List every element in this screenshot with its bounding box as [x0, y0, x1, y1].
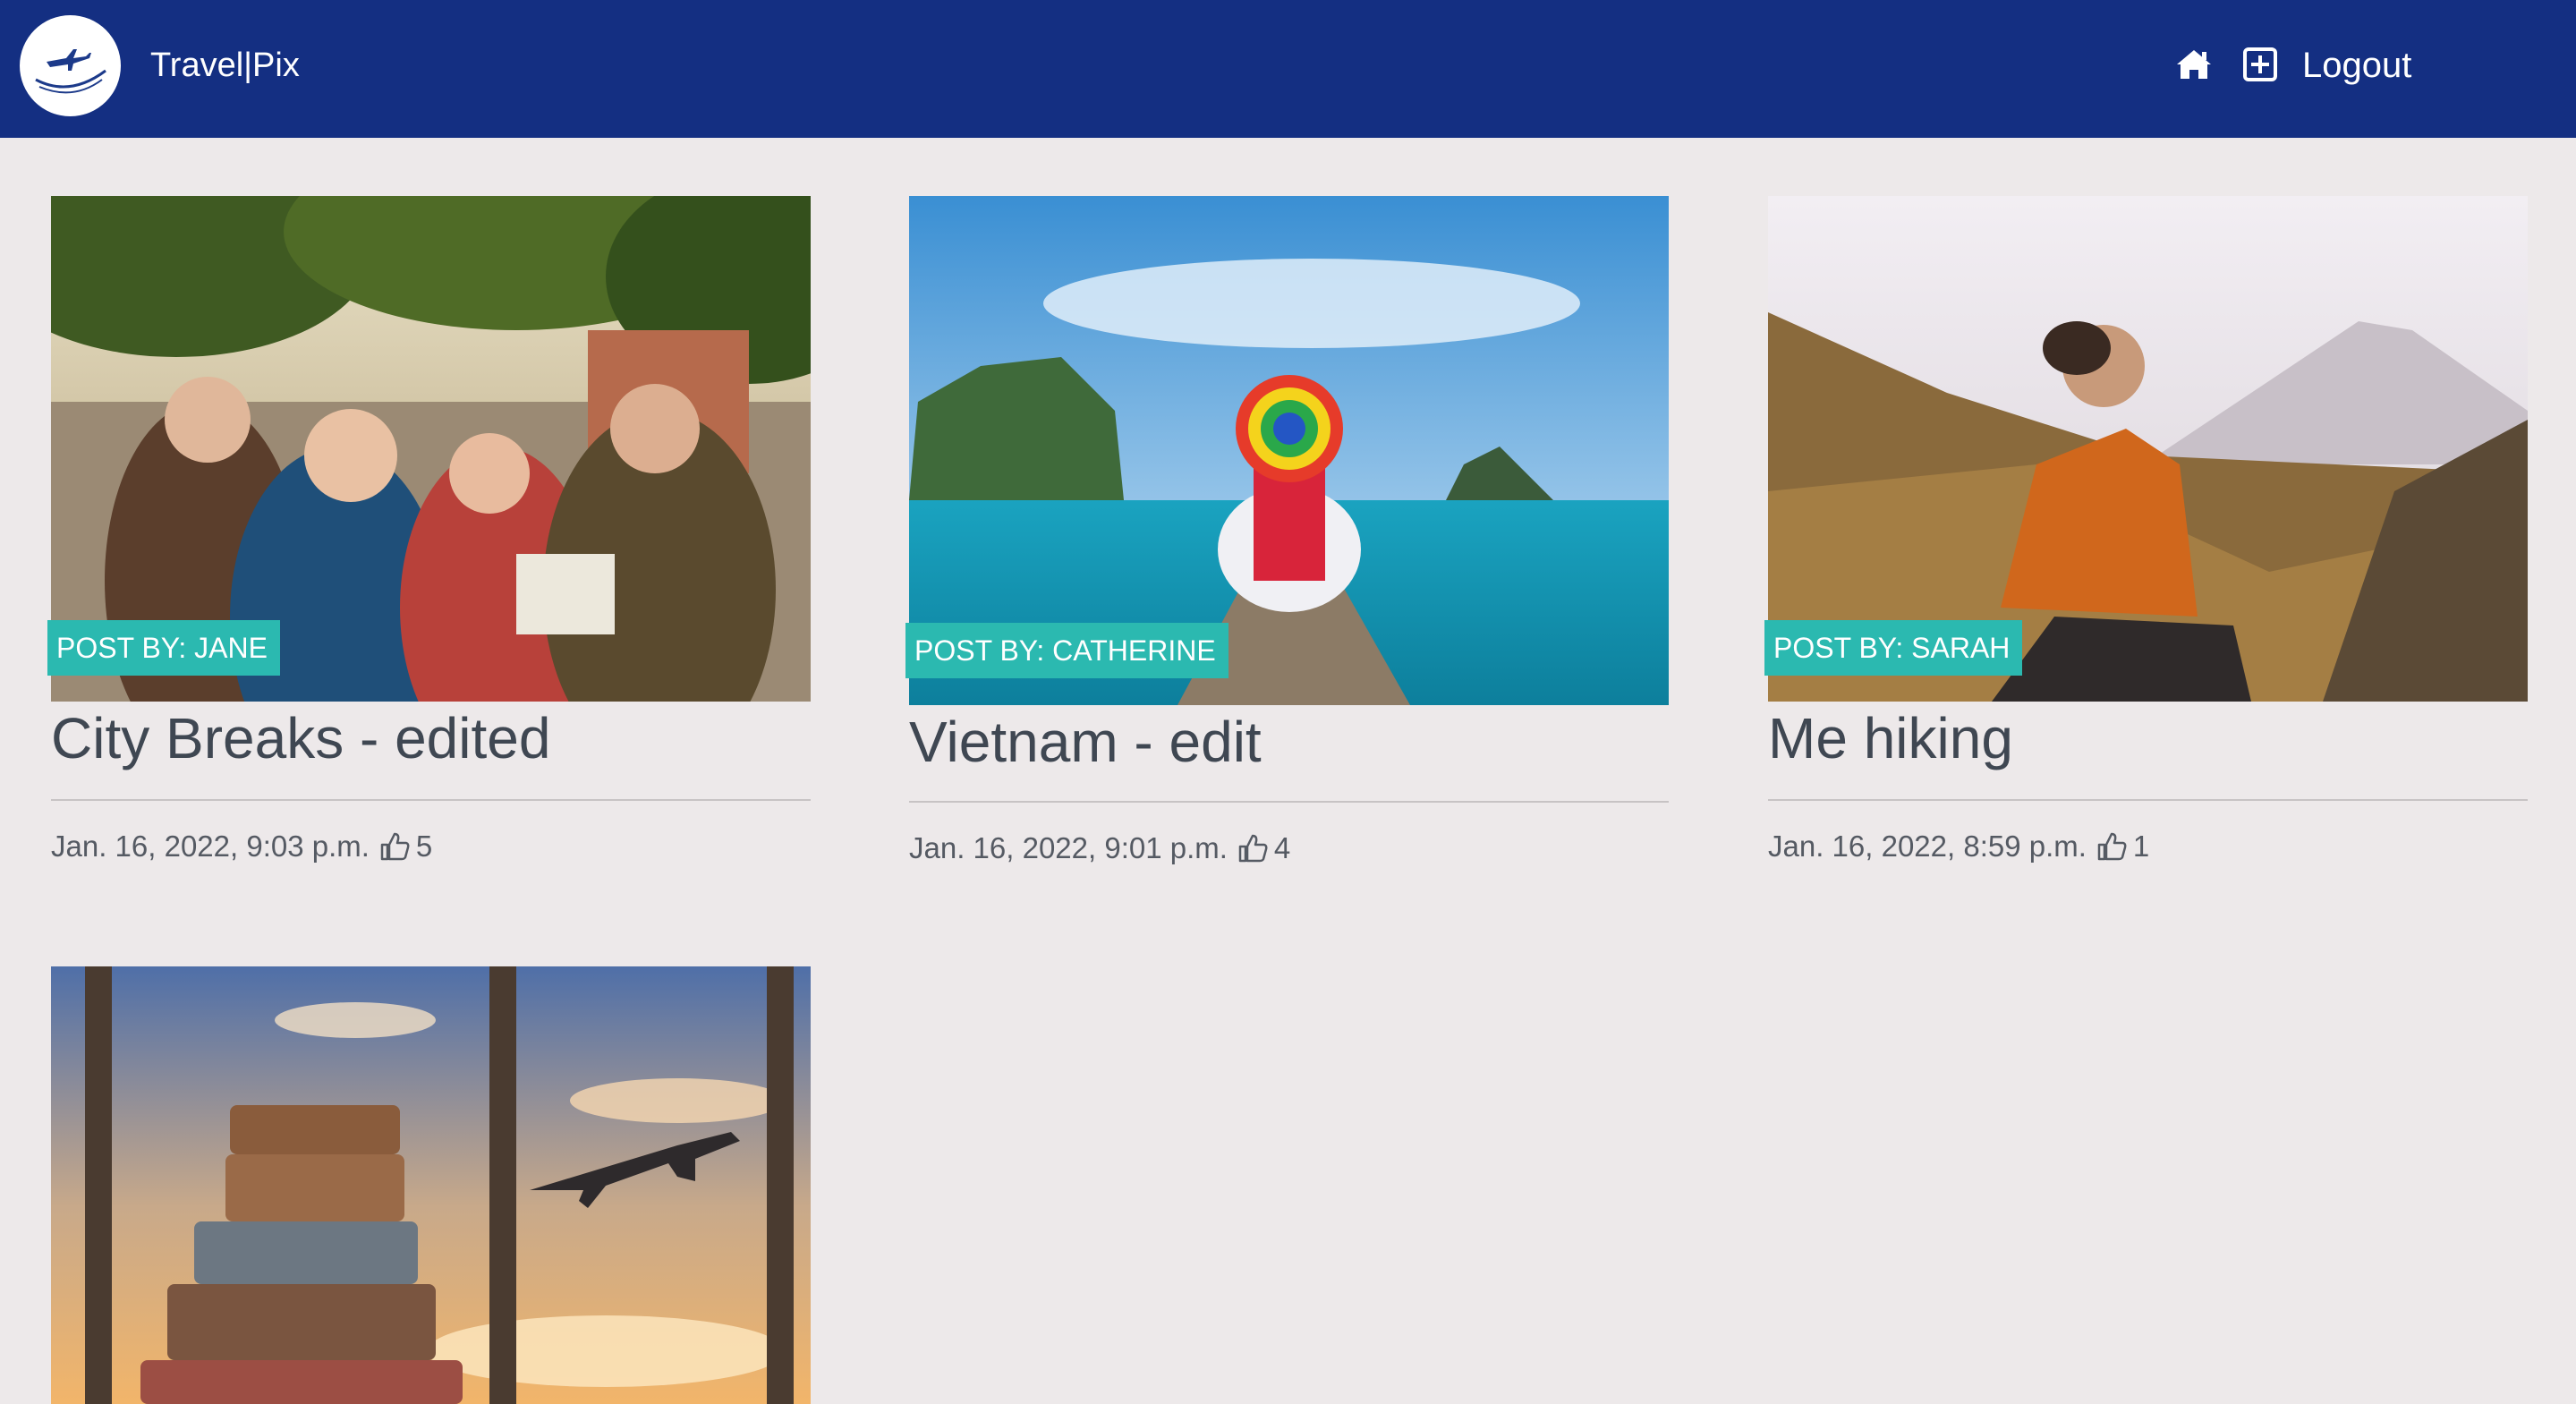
divider — [51, 799, 811, 801]
post-date: Jan. 16, 2022, 8:59 p.m. — [1768, 830, 2087, 863]
airplane-logo-icon[interactable] — [20, 15, 121, 116]
post-date: Jan. 16, 2022, 9:01 p.m. — [909, 831, 1228, 864]
post-date: Jan. 16, 2022, 9:03 p.m. — [51, 830, 370, 863]
brand-name[interactable]: Travel|Pix — [150, 43, 300, 88]
post-meta: Jan. 16, 2022, 8:59 p.m. 1 — [1768, 827, 2149, 866]
author-badge: POST BY: SARAH — [1764, 620, 2023, 676]
home-icon[interactable] — [2174, 45, 2214, 84]
author-badge: POST BY: CATHERINE — [905, 623, 1228, 678]
plus-square-icon[interactable] — [2240, 45, 2280, 84]
like-count: 4 — [1273, 831, 1291, 864]
divider — [1768, 799, 2528, 801]
post-title[interactable]: Me hiking — [1768, 702, 2013, 774]
thumbs-up-icon[interactable] — [378, 830, 411, 863]
thumbs-up-icon[interactable] — [1237, 832, 1269, 864]
post-title[interactable]: Vietnam - edit — [909, 706, 1262, 778]
divider — [909, 801, 1669, 803]
post-image[interactable] — [51, 966, 811, 1404]
post-title[interactable]: City Breaks - edited — [51, 702, 550, 774]
post-meta: Jan. 16, 2022, 9:01 p.m. 4 — [909, 829, 1290, 868]
author-badge: POST BY: JANE — [47, 620, 280, 676]
logout-link[interactable]: Logout — [2302, 43, 2411, 88]
navbar: Travel|Pix Logout — [0, 0, 2576, 138]
post-meta: Jan. 16, 2022, 9:03 p.m. 5 — [51, 827, 432, 866]
like-count: 1 — [2132, 830, 2150, 863]
like-count: 5 — [415, 830, 433, 863]
thumbs-up-icon[interactable] — [2096, 830, 2128, 863]
